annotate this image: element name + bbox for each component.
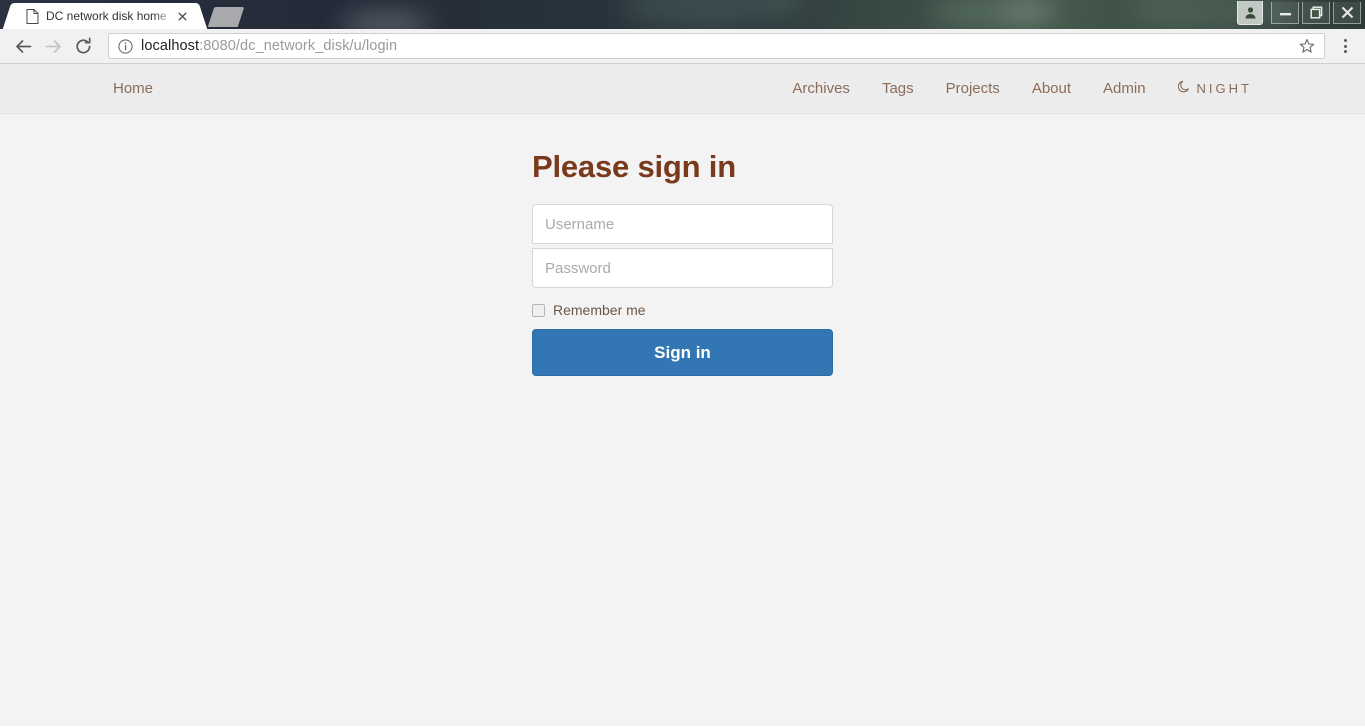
nav-link-tags[interactable]: Tags (866, 64, 930, 114)
back-arrow-icon[interactable] (8, 31, 38, 61)
page-title: Please sign in (532, 149, 736, 184)
remember-me-checkbox[interactable] (532, 303, 545, 317)
browser-tab[interactable]: DC network disk home (14, 3, 196, 29)
minimize-icon[interactable] (1271, 2, 1299, 24)
star-icon[interactable] (1296, 35, 1318, 57)
menu-dot (1343, 50, 1347, 53)
login-form: Please sign in Remember me Sign in (532, 114, 833, 377)
nav-link-home[interactable]: Home (113, 64, 153, 114)
wallpaper-blob (620, 0, 770, 28)
night-mode-toggle[interactable]: NIGHT (1162, 80, 1252, 98)
moon-icon (1177, 80, 1191, 98)
nav-link-admin[interactable]: Admin (1087, 64, 1162, 114)
three-dots-menu-icon[interactable] (1333, 33, 1357, 59)
password-input[interactable] (532, 248, 833, 289)
close-icon[interactable] (1333, 2, 1361, 24)
night-mode-label: NIGHT (1196, 81, 1252, 96)
site-navigation-bar: Home Archives Tags Projects About Admin … (0, 64, 1365, 114)
address-bar[interactable]: localhost:8080/dc_network_disk/u/login (108, 33, 1325, 59)
reload-icon[interactable] (68, 31, 98, 61)
sign-in-button[interactable]: Sign in (532, 329, 833, 377)
person-icon[interactable] (1237, 1, 1263, 25)
nav-link-archives[interactable]: Archives (776, 64, 866, 114)
wallpaper-blob (340, 12, 430, 29)
browser-tab-strip: DC network disk home (0, 0, 1365, 29)
nav-right-group: Archives Tags Projects About Admin NIGHT (776, 64, 1252, 114)
wallpaper-blob (1000, 2, 1060, 20)
menu-dot (1343, 44, 1347, 48)
remember-me-row: Remember me (532, 302, 833, 318)
browser-toolbar: localhost:8080/dc_network_disk/u/login (0, 29, 1365, 64)
nav-link-about[interactable]: About (1016, 64, 1087, 114)
wallpaper-blob (930, 0, 1050, 29)
nav-left-group: Home (113, 64, 153, 114)
nav-link-projects[interactable]: Projects (930, 64, 1016, 114)
close-icon[interactable] (174, 8, 190, 24)
info-circle-icon[interactable] (117, 38, 133, 54)
menu-dot (1343, 39, 1347, 42)
page-content: Home Archives Tags Projects About Admin … (0, 64, 1365, 726)
remember-me-label[interactable]: Remember me (553, 302, 646, 318)
forward-arrow-icon (38, 31, 68, 61)
wallpaper-blob (760, 0, 800, 10)
page-icon (26, 8, 39, 24)
restore-icon[interactable] (1302, 2, 1330, 24)
browser-tab-title: DC network disk home (46, 9, 167, 23)
address-bar-url: localhost:8080/dc_network_disk/u/login (141, 38, 1296, 54)
username-input[interactable] (532, 204, 833, 245)
url-path: :8080/dc_network_disk/u/login (199, 38, 398, 54)
url-host: localhost (141, 38, 200, 54)
window-controls (1237, 0, 1361, 26)
new-tab-icon[interactable] (207, 7, 245, 27)
